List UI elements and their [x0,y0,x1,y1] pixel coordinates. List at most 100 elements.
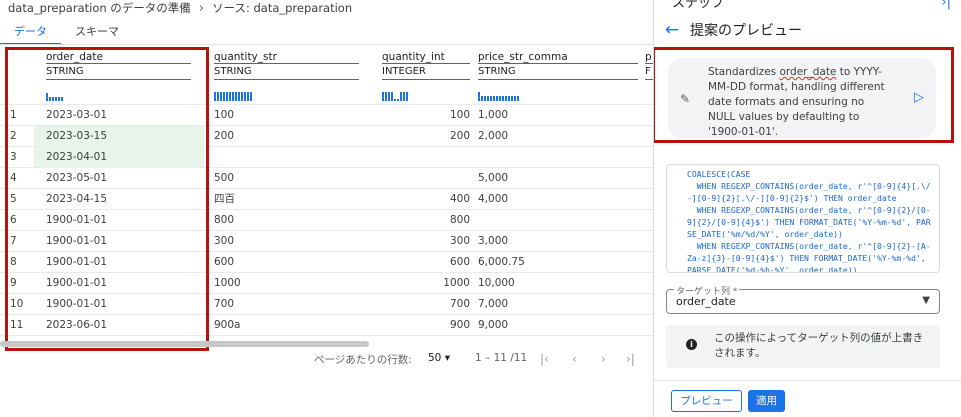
apply-button[interactable]: 適用 [748,390,785,412]
header-rule [645,63,653,64]
cell-quantity-str: 300 [214,235,235,247]
cell-price-str-comma: 9,000 [478,319,509,331]
footer-divider [654,380,961,381]
info-banner: i この操作によってターゲット列の値が上書きされます。 [666,325,940,368]
cell-quantity-str: 100 [214,109,235,121]
column-header-price_str_comma[interactable]: price_str_comma STRING [478,45,638,105]
page-range: 1 – 11 /11 [475,352,528,364]
rows-per-page-select[interactable]: 50 ▾ [428,352,450,364]
histogram-bar [505,96,507,101]
cell-price-str-comma: 2,000 [478,130,509,142]
cell-price-str-comma: 10,000 [478,277,515,289]
cell-quantity-int [382,168,470,189]
histogram-bar [484,96,486,101]
column-type: INTEGER [382,66,426,77]
send-icon[interactable]: ▷ [914,90,924,105]
histogram-bar [394,99,396,101]
histogram-bar [391,92,393,101]
chevron-right-icon: › [198,0,205,16]
cell-quantity-int: 900 [449,319,470,331]
column-type: STRING [214,66,252,77]
histogram-bar [232,92,234,101]
cell-quantity-int: 700 [449,298,470,310]
histogram-bar [244,92,246,101]
caret-down-icon: ▾ [444,352,450,364]
cell-quantity-str: 1000 [214,277,241,289]
histogram-bar [481,96,483,101]
cell-quantity-str: 600 [214,256,235,268]
cell-quantity-int: 200 [449,130,470,142]
back-arrow-icon[interactable]: ← [662,20,682,40]
histogram-bar [241,92,243,101]
histogram-bar [217,92,219,101]
histogram-bar [229,92,231,101]
cell-price-str-comma: 1,000 [478,109,509,121]
annotation-box-order-date [5,47,209,351]
histogram-bar [385,92,387,101]
histogram-bar [388,92,390,101]
last-page-icon[interactable]: ›| [626,352,635,366]
info-icon: i [686,339,697,350]
histogram-bar [403,92,405,101]
header-rule [478,63,638,64]
cell-price-str-comma: 5,000 [478,172,509,184]
column-name: quantity_str [214,51,277,63]
histogram-bar [226,92,228,101]
histogram-bar [514,96,516,101]
sql-expression-editor[interactable]: COALESCE(CASE WHEN REGEXP_CONTAINS(order… [666,164,940,273]
breadcrumb-item-preparation[interactable]: data_preparation のデータの準備 [8,0,191,16]
histogram-bar [214,92,216,101]
header-rule [214,79,359,80]
histogram-bar [220,92,222,101]
column-histogram [214,91,252,101]
cell-quantity-int: 400 [449,193,470,205]
suggestion-card: ✎ Standardizes order_date to YYYY-MM-DD … [668,58,936,138]
column-name: quantity_int [382,51,445,63]
cell-price-str-comma: 4,000 [478,193,509,205]
header-rule [645,79,653,80]
info-text: この操作によってターゲット列の値が上書きされます。 [714,332,924,359]
histogram-bar [511,96,513,101]
horizontal-scrollbar[interactable] [0,341,369,347]
cell-quantity-str: 四百 [214,193,235,205]
column-header-p[interactable]: pF [645,45,653,105]
cell-quantity-int: 800 [449,214,470,226]
column-header-quantity_int[interactable]: quantity_int INTEGER [382,45,470,105]
tab-data[interactable]: データ [0,22,61,45]
tab-bar: データ スキーマ [0,22,133,45]
steps-header: ステップ [672,0,725,11]
tab-schema[interactable]: スキーマ [61,22,133,44]
histogram-bar [478,92,480,101]
data-preview-pane: data_preparation のデータの準備 › ソース: data_pre… [0,0,653,417]
pagination: ページあたりの行数: 50 ▾ 1 – 11 /11 |‹ ‹ › ›| [0,352,653,368]
collapse-panel-icon[interactable]: ›| [941,0,951,10]
column-name: p [645,51,652,63]
cell-price-str-comma [478,210,618,231]
histogram-bar [223,92,225,101]
cell-price-str-comma: 3,000 [478,235,509,247]
panel-title: 提案のプレビュー [690,23,802,39]
header-rule [214,63,359,64]
histogram-bar [490,96,492,101]
histogram-bar [235,92,237,101]
column-histogram [478,91,519,101]
column-header-quantity_str[interactable]: quantity_str STRING [214,45,359,105]
histogram-bar [487,96,489,101]
header-rule [478,79,638,80]
histogram-bar [247,92,249,101]
magic-wand-icon: ✎ [680,92,691,106]
prev-page-icon[interactable]: ‹ [572,352,577,366]
rows-per-page-label: ページあたりの行数: [314,354,412,366]
histogram-bar [517,96,519,101]
breadcrumb-item-source: ソース: data_preparation [212,1,353,15]
cell-quantity-str [214,147,354,168]
column-type: STRING [478,66,516,77]
histogram-bar [499,96,501,101]
first-page-icon[interactable]: |‹ [540,352,549,366]
cell-quantity-str: 200 [214,130,235,142]
cell-quantity-str: 900a [214,319,241,331]
next-page-icon[interactable]: › [601,352,606,366]
cell-price-str-comma: 6,000.75 [478,256,525,268]
breadcrumb: data_preparation のデータの準備 › ソース: data_pre… [8,0,352,16]
preview-button[interactable]: プレビュー [671,390,742,412]
